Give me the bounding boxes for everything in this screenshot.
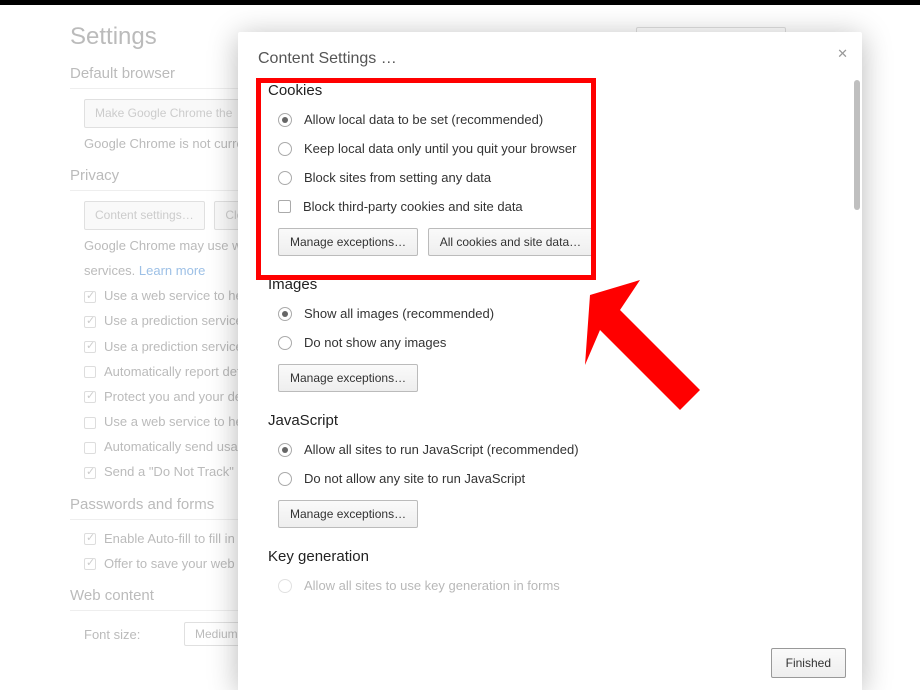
learn-more-link[interactable]: Learn more (139, 263, 205, 278)
finished-button[interactable]: Finished (771, 648, 846, 678)
privacy-desc-2: services. (84, 263, 139, 278)
keygen-section: Key generation Allow all sites to use ke… (268, 548, 832, 593)
font-size-label: Font size: (84, 627, 174, 642)
checkbox-icon (84, 442, 96, 454)
make-default-browser-button[interactable]: Make Google Chrome the (84, 99, 243, 128)
checkbox-icon (84, 417, 96, 429)
all-cookies-and-site-data-button[interactable]: All cookies and site data… (428, 228, 593, 256)
radio-icon (278, 579, 292, 593)
images-manage-exceptions-button[interactable]: Manage exceptions… (278, 364, 418, 392)
dialog-footer: Finished (238, 636, 862, 690)
images-opt-do-not-show[interactable]: Do not show any images (278, 335, 832, 350)
checkbox-icon (84, 291, 96, 303)
cookies-opt-block-all[interactable]: Block sites from setting any data (278, 170, 832, 185)
images-heading: Images (268, 276, 832, 293)
radio-icon (278, 171, 292, 185)
javascript-opt-block-all[interactable]: Do not allow any site to run JavaScript (278, 471, 832, 486)
checkbox-icon (84, 316, 96, 328)
images-section: Images Show all images (recommended) Do … (268, 276, 832, 392)
checkbox-icon (84, 467, 96, 479)
javascript-manage-exceptions-button[interactable]: Manage exceptions… (278, 500, 418, 528)
keygen-opt-allow[interactable]: Allow all sites to use key generation in… (278, 578, 832, 593)
radio-icon (278, 443, 292, 457)
radio-icon (278, 113, 292, 127)
cookies-section: Cookies Allow local data to be set (reco… (268, 82, 832, 256)
cookies-block-third-party-checkbox[interactable]: Block third-party cookies and site data (278, 199, 832, 214)
images-opt-show-all[interactable]: Show all images (recommended) (278, 306, 832, 321)
javascript-section: JavaScript Allow all sites to run JavaSc… (268, 412, 832, 528)
cookies-opt-keep-until-quit[interactable]: Keep local data only until you quit your… (278, 141, 832, 156)
checkbox-icon (84, 558, 96, 570)
cookies-manage-exceptions-button[interactable]: Manage exceptions… (278, 228, 418, 256)
checkbox-icon (278, 200, 291, 213)
privacy-desc-1: Google Chrome may use we (84, 238, 249, 253)
cookies-heading: Cookies (268, 82, 832, 99)
checkbox-icon (84, 341, 96, 353)
content-settings-button[interactable]: Content settings… (84, 201, 205, 230)
radio-icon (278, 307, 292, 321)
cookies-opt-allow-local[interactable]: Allow local data to be set (recommended) (278, 112, 832, 127)
scrollbar[interactable] (854, 80, 860, 210)
checkbox-icon (84, 391, 96, 403)
checkbox-icon (84, 533, 96, 545)
javascript-heading: JavaScript (268, 412, 832, 429)
keygen-heading: Key generation (268, 548, 832, 565)
radio-icon (278, 142, 292, 156)
javascript-opt-allow-all[interactable]: Allow all sites to run JavaScript (recom… (278, 442, 832, 457)
content-settings-dialog: Content Settings … ✕ Cookies Allow local… (238, 32, 862, 690)
radio-icon (278, 336, 292, 350)
radio-icon (278, 472, 292, 486)
close-icon[interactable]: ✕ (837, 46, 848, 62)
dialog-title: Content Settings … (238, 32, 862, 78)
checkbox-icon (84, 366, 96, 378)
